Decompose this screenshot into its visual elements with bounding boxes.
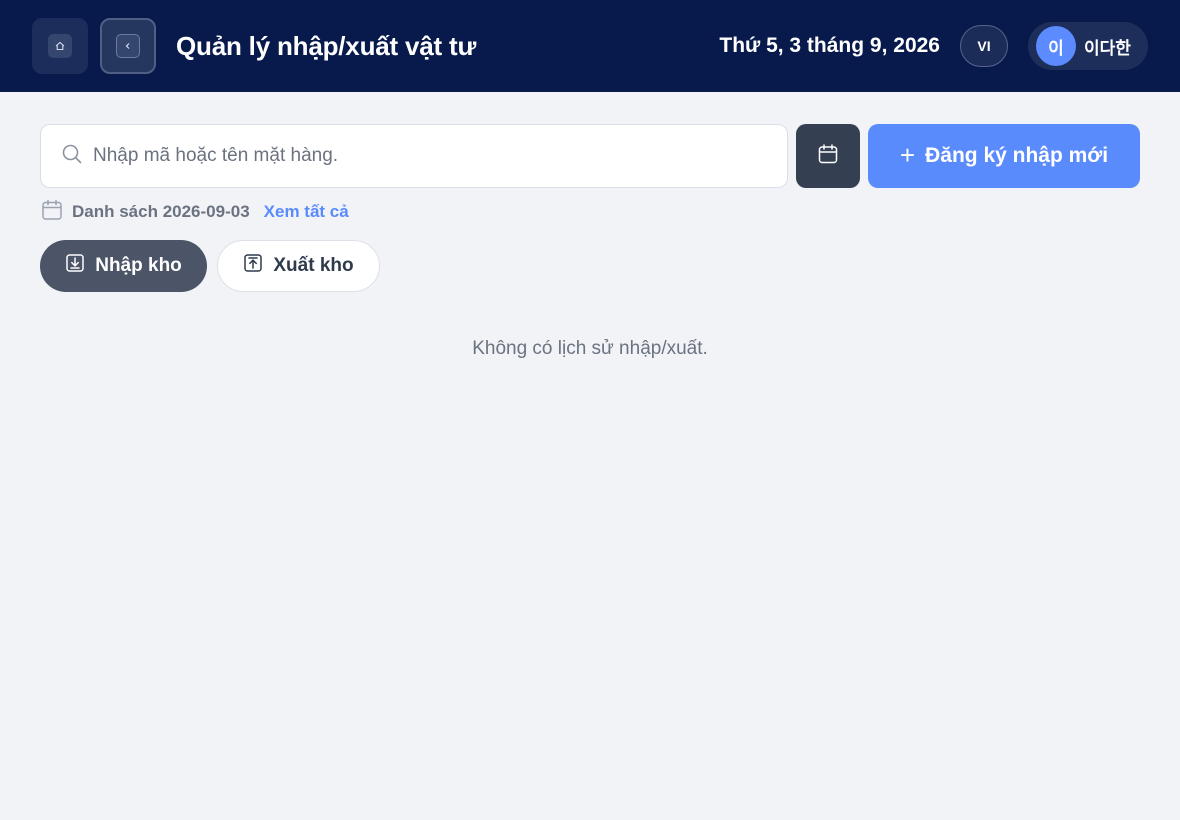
avatar: 이 — [1036, 26, 1076, 66]
search-box — [40, 124, 788, 188]
home-icon — [48, 34, 72, 58]
tab-export-label: Xuất kho — [273, 255, 354, 276]
tab-export[interactable]: Xuất kho — [217, 240, 380, 292]
user-name: 이다한 — [1084, 38, 1131, 58]
upload-icon — [243, 253, 263, 279]
empty-state-message: Không có lịch sử nhập/xuất. — [472, 338, 708, 359]
chevron-left-icon — [116, 34, 140, 58]
list-date-label: Danh sách 2026-09-03 — [72, 202, 250, 221]
user-menu[interactable]: 이 이다한 — [1028, 22, 1148, 70]
list-header: Danh sách 2026-09-03 Xem tất cả — [40, 198, 349, 227]
calendar-small-icon — [40, 198, 64, 227]
language-button[interactable]: VI — [960, 25, 1008, 67]
search-icon — [61, 143, 83, 170]
download-icon — [65, 253, 85, 279]
home-button[interactable] — [32, 18, 88, 74]
tab-import[interactable]: Nhập kho — [40, 240, 207, 292]
back-button[interactable] — [100, 18, 156, 74]
current-date: Thứ 5, 3 tháng 9, 2026 — [719, 34, 940, 57]
view-all-link[interactable]: Xem tất cả — [264, 202, 349, 222]
page-title: Quản lý nhập/xuất vật tư — [176, 31, 477, 61]
new-import-button[interactable]: + Đăng ký nhập mới — [868, 124, 1140, 188]
search-input[interactable] — [93, 145, 753, 167]
top-bar: Quản lý nhập/xuất vật tư Thứ 5, 3 tháng … — [0, 0, 1180, 92]
calendar-button[interactable] — [796, 124, 860, 188]
plus-icon: + — [899, 139, 916, 170]
new-import-label: Đăng ký nhập mới — [925, 144, 1109, 167]
tab-import-label: Nhập kho — [95, 255, 182, 276]
calendar-icon — [817, 143, 839, 170]
